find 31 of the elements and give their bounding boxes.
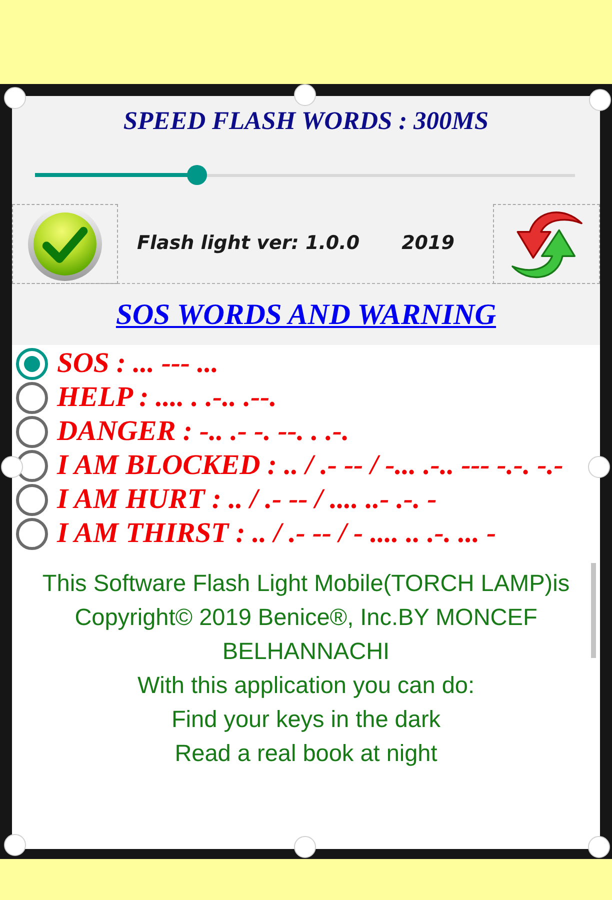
section-title: SOS WORDS AND WARNING — [116, 298, 496, 332]
radio-button[interactable] — [16, 518, 48, 550]
resize-handle[interactable] — [294, 84, 316, 106]
resize-handle[interactable] — [1, 456, 23, 478]
slider-thumb[interactable] — [187, 165, 207, 185]
radio-button[interactable] — [16, 416, 48, 448]
version-label: Flash light ver: 1.0.0 — [137, 231, 360, 256]
radio-button[interactable] — [16, 450, 48, 482]
about-text: Find your keys in the dark — [170, 705, 442, 734]
resize-handle[interactable] — [4, 87, 26, 109]
year-label: 2019 — [402, 231, 454, 256]
resize-handle[interactable] — [588, 836, 610, 858]
sos-option-label[interactable]: SOS : ... --- ... — [57, 347, 218, 381]
resize-handle[interactable] — [4, 834, 26, 856]
radio-button[interactable] — [16, 484, 48, 516]
radio-button[interactable] — [16, 348, 48, 380]
about-text: This Software Flash Light Mobile(TORCH LAMP)is Copyright© 2019 Benice®, Inc.BY MONCEF BELHANNACHI — [41, 569, 571, 666]
sos-option-label[interactable]: HELP : .... . .-.. .--. — [57, 381, 277, 415]
sos-option-label[interactable]: DANGER : -.. .- -. --. . .-. — [57, 415, 350, 449]
scrollbar[interactable] — [591, 563, 596, 658]
about-text: With this application you can do: — [136, 671, 476, 700]
check-button[interactable] — [12, 204, 118, 284]
resize-handle[interactable] — [588, 456, 610, 478]
about-text: Read a real book at night — [174, 739, 438, 768]
refresh-button[interactable] — [493, 204, 600, 284]
speed-title: SPEED FLASH WORDS : 300MS — [123, 107, 489, 135]
sos-option-label[interactable]: I AM HURT : .. / .- -- / .... ..- .-. - — [57, 483, 437, 517]
sos-option-label[interactable]: I AM BLOCKED : .. / .- -- / -... .-.. --- -.-. -.- — [57, 449, 564, 483]
resize-handle[interactable] — [589, 89, 611, 111]
sos-option-label[interactable]: I AM THIRST : .. / .- -- / - .... .. .-. ... - — [57, 517, 496, 551]
radio-button[interactable] — [16, 382, 48, 414]
